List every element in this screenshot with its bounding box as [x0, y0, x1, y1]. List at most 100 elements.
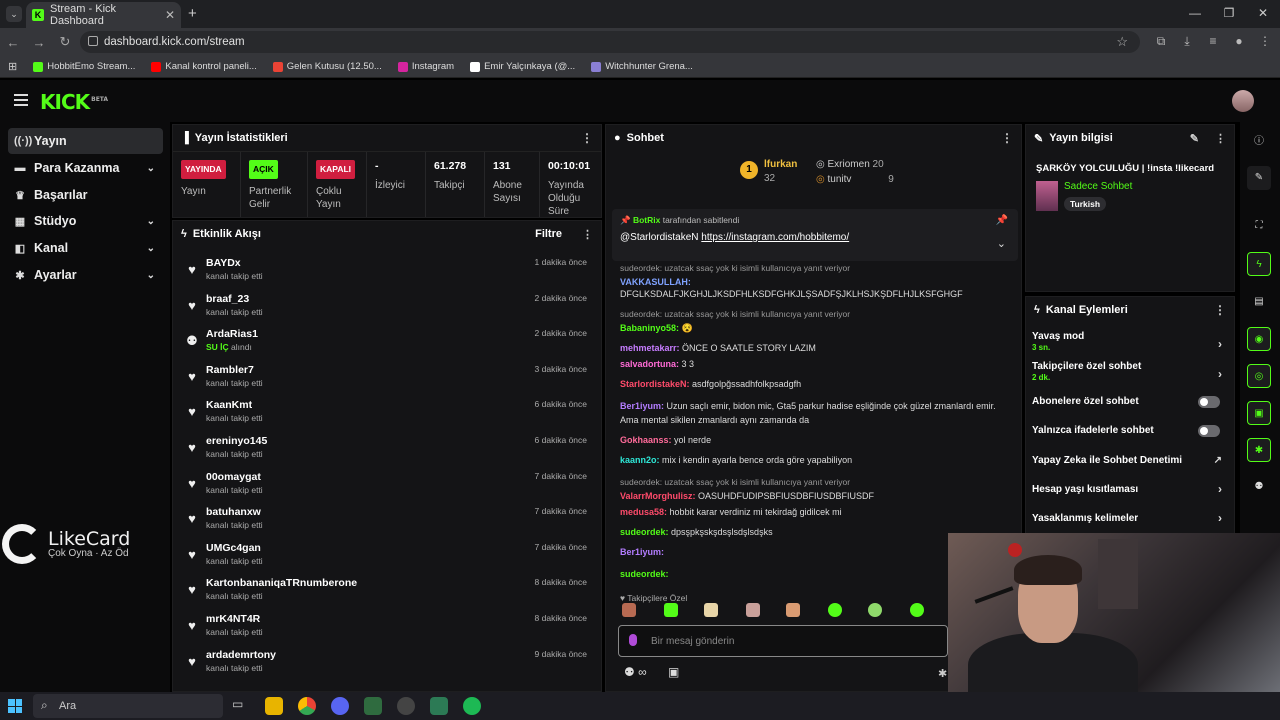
sidebar-item-ayarlar[interactable]: ✱ Ayarlar ⌄ [8, 262, 163, 288]
chat-username[interactable]: medusa58: [620, 507, 667, 517]
minimize-icon[interactable]: — [1178, 0, 1212, 28]
chat-username[interactable]: sudeordek: [620, 569, 669, 579]
sidebar-item-para-kazanma[interactable]: ▬ Para Kazanma ⌄ [8, 155, 163, 181]
pin-icon[interactable]: 📌 [996, 215, 1008, 226]
activity-username[interactable]: mrK4NT4R [206, 613, 263, 625]
download-icon[interactable]: ⤓ [1180, 34, 1194, 48]
emote-icon[interactable] [664, 603, 678, 617]
bookmark-item[interactable]: HobbitEmo Stream... [33, 61, 135, 72]
more-options-icon[interactable]: ⋮ [1001, 131, 1013, 145]
activity-username[interactable]: Rambler7 [206, 364, 263, 376]
back-icon[interactable]: ← [0, 35, 26, 50]
card-icon[interactable]: ▣ [1247, 401, 1271, 425]
sidebar-item-basarilar[interactable]: ♛ Başarılar [8, 182, 163, 208]
chat-input[interactable]: Bir mesaj gönderin [618, 625, 948, 657]
app-icon[interactable] [397, 697, 415, 715]
bookmark-item[interactable]: Kanal kontrol paneli... [151, 61, 257, 72]
chat-message[interactable]: Babaninyo58: 😵 [620, 321, 1007, 335]
more-options-icon[interactable]: ⋮ [582, 228, 593, 241]
store-icon[interactable]: ▣ [668, 665, 679, 679]
emote-icon[interactable] [622, 603, 636, 617]
bookmark-item[interactable]: Gelen Kutusu (12.50... [272, 61, 382, 72]
wrench-icon[interactable]: ✱ [1247, 438, 1271, 462]
url-field[interactable]: dashboard.kick.com/stream ☆ [80, 31, 1140, 53]
ai-moderation-row[interactable]: Yapay Zeka ile Sohbet Denetimi ↗ [1032, 455, 1228, 485]
more-options-icon[interactable]: ⋮ [1214, 303, 1226, 317]
task-view-icon[interactable]: ▭ [232, 697, 250, 715]
more-options-icon[interactable]: ⋮ [1215, 132, 1226, 145]
activity-username[interactable]: braaf_23 [206, 293, 263, 305]
tab-search-icon[interactable]: ⌄ [6, 6, 22, 22]
close-window-icon[interactable]: ✕ [1246, 0, 1280, 28]
activity-username[interactable]: UMGc4gan [206, 542, 263, 554]
bookmark-item[interactable]: Instagram [397, 61, 454, 72]
sidebar-item-studyo[interactable]: ▦ Stüdyo ⌄ [8, 208, 163, 234]
chat-username[interactable]: Babaninyo58: [620, 323, 679, 333]
followers-only-row[interactable]: Takipçilere özel sohbet 2 dk. › [1032, 361, 1228, 391]
emotes-only-toggle[interactable] [1198, 425, 1220, 437]
fullscreen-icon[interactable]: ⛶ [1247, 214, 1271, 238]
profile-icon[interactable]: ● [1232, 34, 1246, 48]
filter-button[interactable]: Filtre [535, 228, 562, 240]
edit-icon[interactable]: ✎ [1247, 166, 1271, 190]
group-icon[interactable]: ⚉ [1247, 475, 1271, 499]
activity-username[interactable]: ereninyo145 [206, 435, 267, 447]
windows-start-icon[interactable] [8, 699, 22, 713]
activity-username[interactable]: ArdaRias1 [206, 328, 258, 340]
apps-icon[interactable]: ⊞ [8, 60, 17, 73]
chat-settings-icon[interactable]: ✱ [938, 667, 947, 680]
site-info-icon[interactable] [88, 36, 98, 46]
chat-username[interactable]: Gokhaanss: [620, 435, 672, 445]
user-avatar[interactable] [1232, 90, 1254, 112]
menu-icon[interactable]: ⋮ [1258, 34, 1272, 48]
emote-icon[interactable] [910, 603, 924, 617]
emote-icon[interactable] [746, 603, 760, 617]
restore-icon[interactable]: ❐ [1212, 0, 1246, 28]
chat-username[interactable]: VAKKASULLAH: [620, 277, 691, 287]
pinned-link[interactable]: https://instagram.com/hobbitemo/ [701, 232, 849, 243]
chat-message[interactable]: Ber1iyum: Uzun saçlı emir, bidon mic, Gt… [620, 399, 1007, 427]
media-icon[interactable]: ≡ [1206, 34, 1220, 48]
infinity-icon[interactable]: ∞ [638, 665, 647, 679]
file-explorer-icon[interactable] [265, 697, 283, 715]
chat-message[interactable]: DFGLKSDALFJKGHJLJKSDFHLKSDFGHKJLŞSADFŞJK… [620, 287, 1007, 301]
more-options-icon[interactable]: ⋮ [581, 131, 593, 145]
lightning-icon[interactable]: ϟ [1247, 252, 1271, 276]
browser-tab[interactable]: K Stream - Kick Dashboard ✕ [26, 2, 181, 28]
extensions-icon[interactable]: ⧉ [1154, 34, 1168, 48]
edit-icon[interactable]: ✎ [1190, 132, 1199, 145]
chat-icon[interactable]: ◉ [1247, 327, 1271, 351]
forward-icon[interactable]: → [26, 35, 52, 50]
account-age-row[interactable]: Hesap yaşı kısıtlaması › [1032, 482, 1228, 514]
reload-icon[interactable]: ↻ [52, 34, 78, 50]
chat-message[interactable]: sudeordek: uzatcak ssaç yok ki isimli ku… [620, 475, 1007, 503]
document-icon[interactable]: ▤ [1247, 290, 1271, 314]
emote-icon[interactable] [704, 603, 718, 617]
activity-username[interactable]: KartonbananiqaTRnumberone [206, 577, 357, 589]
chat-message[interactable]: kaann2o: mix i kendin ayarla bence orda … [620, 453, 1007, 467]
chrome-icon[interactable] [298, 697, 316, 715]
bookmark-item[interactable]: Emir Yalçınkaya (@... [470, 61, 575, 72]
activity-username[interactable]: 00omaygat [206, 471, 263, 483]
hamburger-menu-icon[interactable] [14, 94, 28, 106]
chat-message[interactable]: salvadortuna: 3 3 [620, 357, 1007, 371]
chevron-down-icon[interactable]: ⌄ [997, 237, 1006, 250]
chat-message[interactable]: Gokhaanss: yol nerde [620, 433, 1007, 447]
app-icon[interactable] [430, 697, 448, 715]
kick-logo[interactable]: KICK BETA [40, 90, 108, 114]
chat-message[interactable]: sudeordek: uzatcak ssaç yok ki isimli ku… [620, 261, 1007, 275]
chat-message[interactable]: sudeordek: uzatcak ssaç yok ki isimli ku… [620, 307, 1007, 321]
activity-username[interactable]: batuhanxw [206, 506, 263, 518]
activity-username[interactable]: ardademrtony [206, 649, 276, 661]
emote-icon[interactable] [868, 603, 882, 617]
app-icon[interactable] [331, 697, 349, 715]
broadcast-icon[interactable]: ◎ [1247, 364, 1271, 388]
chat-username[interactable]: salvadortuna: [620, 359, 679, 369]
stream-category[interactable]: Sadece Sohbet [1064, 181, 1132, 192]
chat-username[interactable]: Ber1iyum: [620, 401, 664, 411]
emote-icon[interactable] [828, 603, 842, 617]
chat-username[interactable]: StarlordistakeN: [620, 379, 690, 389]
app-icon[interactable] [364, 697, 382, 715]
pinned-message[interactable]: 📌 BotRix tarafından sabitlendi @Starlord… [612, 209, 1018, 261]
slow-mode-row[interactable]: Yavaş mod 3 sn. › [1032, 331, 1228, 361]
